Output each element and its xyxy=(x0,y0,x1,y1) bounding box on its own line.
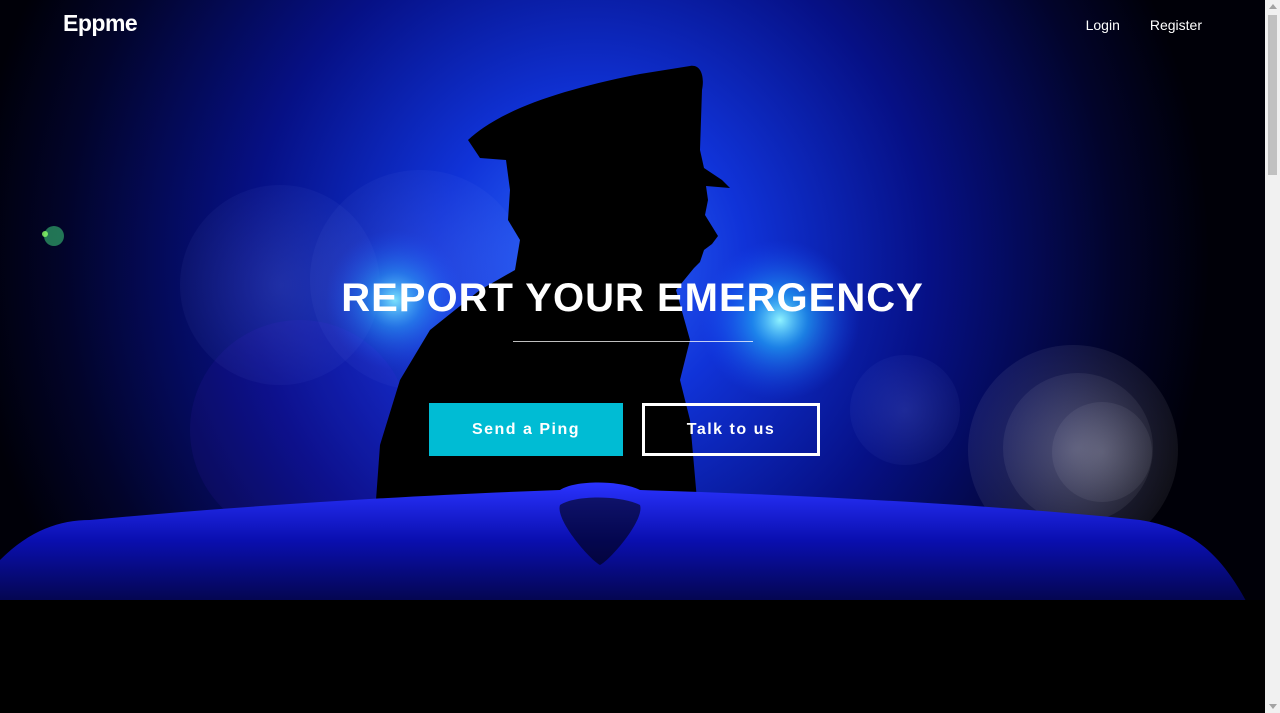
login-link[interactable]: Login xyxy=(1086,17,1120,33)
page: Eppme Login Register REPORT YOUR EMERGEN… xyxy=(0,0,1265,713)
brand-logo[interactable]: Eppme xyxy=(63,10,138,37)
hero-divider xyxy=(512,341,753,342)
hero-title: REPORT YOUR EMERGENCY xyxy=(341,276,924,320)
nav-links: Login Register xyxy=(1086,17,1202,33)
hero-background-image xyxy=(0,0,1265,713)
send-ping-button[interactable]: Send a Ping xyxy=(429,403,623,456)
hero-actions: Send a Ping Talk to us xyxy=(429,403,820,456)
scroll-up-icon[interactable] xyxy=(1269,4,1277,9)
talk-to-us-button[interactable]: Talk to us xyxy=(642,403,820,456)
vertical-scrollbar[interactable] xyxy=(1265,0,1280,713)
scroll-down-icon[interactable] xyxy=(1269,704,1277,709)
scrollbar-thumb[interactable] xyxy=(1268,15,1277,175)
register-link[interactable]: Register xyxy=(1150,17,1202,33)
hero-section: REPORT YOUR EMERGENCY xyxy=(0,274,1265,342)
top-navbar: Eppme Login Register xyxy=(0,0,1265,50)
